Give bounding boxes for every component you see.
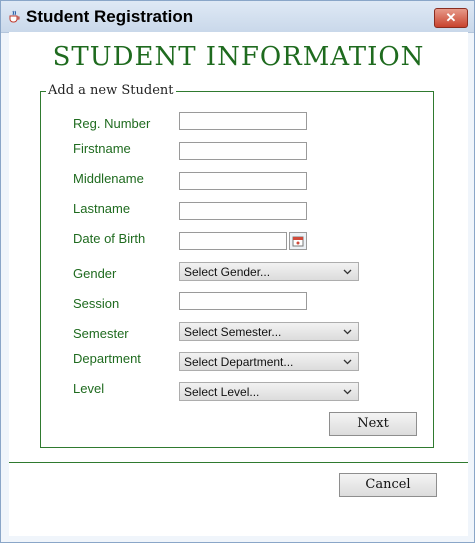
- semester-select[interactable]: Select Semester...: [179, 322, 359, 341]
- cancel-button[interactable]: Cancel: [339, 473, 437, 497]
- chevron-down-icon: [343, 389, 352, 395]
- date-of-birth-label: Date of Birth: [73, 231, 146, 246]
- registration-window: Student Registration ✕ STUDENT INFORMATI…: [0, 0, 475, 543]
- department-selected-value: Select Department...: [184, 355, 294, 369]
- level-label: Level: [73, 381, 105, 396]
- gender-selected-value: Select Gender...: [184, 265, 271, 279]
- level-select[interactable]: Select Level...: [179, 382, 359, 401]
- session-label: Session: [73, 296, 120, 311]
- next-button[interactable]: Next: [329, 412, 417, 436]
- middlename-label: Middlename: [73, 171, 144, 186]
- semester-label: Semester: [73, 326, 129, 341]
- footer-divider: [9, 462, 468, 463]
- department-select[interactable]: Select Department...: [179, 352, 359, 371]
- firstname-field[interactable]: [179, 142, 307, 160]
- lastname-field[interactable]: [179, 202, 307, 220]
- java-cup-icon: [7, 9, 21, 23]
- page-title: STUDENT INFORMATION: [52, 42, 425, 72]
- reg-number-field[interactable]: [179, 112, 307, 130]
- level-selected-value: Select Level...: [184, 385, 260, 399]
- middlename-field[interactable]: [179, 172, 307, 190]
- firstname-label: Firstname: [73, 141, 131, 156]
- lastname-label: Lastname: [73, 201, 131, 216]
- semester-selected-value: Select Semester...: [184, 325, 282, 339]
- session-field[interactable]: [179, 292, 307, 310]
- department-label: Department: [73, 351, 141, 366]
- form-panel: STUDENT INFORMATION Add a new Student Re…: [9, 32, 468, 536]
- chevron-down-icon: [343, 329, 352, 335]
- chevron-down-icon: [343, 359, 352, 365]
- group-legend: Add a new Student: [46, 83, 176, 98]
- close-button[interactable]: ✕: [434, 8, 468, 28]
- gender-select[interactable]: Select Gender...: [179, 262, 359, 281]
- add-student-group: Add a new Student Reg. Number Firstname …: [40, 83, 434, 448]
- close-icon: ✕: [445, 10, 457, 25]
- calendar-button[interactable]: [289, 232, 307, 250]
- chevron-down-icon: [343, 269, 352, 275]
- reg-number-label: Reg. Number: [73, 116, 151, 131]
- window-title: Student Registration: [26, 7, 194, 26]
- calendar-icon: [292, 236, 304, 247]
- date-of-birth-field[interactable]: [179, 232, 287, 250]
- gender-label: Gender: [73, 266, 117, 281]
- title-bar[interactable]: Student Registration ✕: [1, 1, 474, 33]
